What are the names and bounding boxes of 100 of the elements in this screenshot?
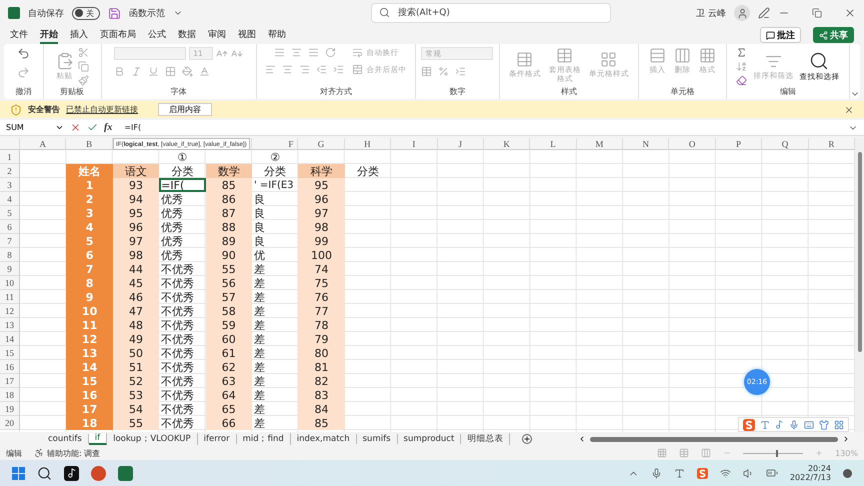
excel-logo-icon[interactable] <box>8 7 20 19</box>
keyboard-icon[interactable] <box>804 420 814 430</box>
input-icon[interactable] <box>674 468 685 478</box>
vertical-scrollbar[interactable] <box>855 138 864 432</box>
column-header[interactable]: P <box>716 138 762 150</box>
outdent-icon[interactable] <box>316 64 328 75</box>
autosave-toggle[interactable]: 关 <box>72 6 100 20</box>
page-break-icon[interactable] <box>701 448 712 458</box>
column-header[interactable]: K <box>484 138 530 150</box>
clock-date[interactable]: 2022/7/13 <box>790 473 831 482</box>
sum-icon[interactable] <box>736 47 748 58</box>
grow-font-icon[interactable] <box>216 48 228 60</box>
pen-icon[interactable] <box>758 7 770 19</box>
eraser-icon[interactable] <box>736 75 748 86</box>
search-icon[interactable] <box>37 466 52 480</box>
avatar-icon[interactable] <box>734 5 750 21</box>
page-layout-icon[interactable] <box>679 448 690 458</box>
fill-color-icon[interactable] <box>182 66 194 77</box>
chevron-down-icon[interactable] <box>55 123 64 132</box>
sheet-tab[interactable]: sumifs <box>356 434 398 444</box>
align-right-icon[interactable] <box>299 64 310 75</box>
bold-icon[interactable] <box>114 66 126 77</box>
active-cell[interactable]: =IF( <box>159 178 206 192</box>
cancel-icon[interactable] <box>70 122 81 133</box>
save-icon[interactable] <box>108 6 121 20</box>
undo-icon[interactable] <box>16 47 30 60</box>
restore-icon[interactable] <box>812 8 822 18</box>
sogou-logo-icon[interactable] <box>696 468 708 478</box>
brush-icon[interactable] <box>78 75 89 86</box>
battery-icon[interactable] <box>766 467 778 479</box>
letter-icon[interactable] <box>760 420 770 430</box>
accessibility-status[interactable]: 辅助功能: 调查 <box>47 448 100 458</box>
sheet-tab[interactable]: if <box>88 433 108 445</box>
cut-icon[interactable] <box>78 47 89 58</box>
add-sheet-button[interactable] <box>522 434 532 444</box>
name-box[interactable]: SUM <box>6 123 64 132</box>
wifi-icon[interactable] <box>720 468 731 478</box>
decimal-icon[interactable] <box>455 66 466 77</box>
orientation-icon[interactable] <box>324 47 336 58</box>
align-middle-icon[interactable] <box>290 47 302 58</box>
music-app-icon[interactable] <box>64 466 79 480</box>
align-bottom-icon[interactable] <box>308 47 319 58</box>
accounting-icon[interactable] <box>421 66 432 77</box>
underline-icon[interactable] <box>148 66 160 77</box>
windows-start-icon[interactable] <box>12 466 25 480</box>
column-header[interactable]: I <box>391 138 438 150</box>
scroll-right-icon[interactable] <box>842 435 850 443</box>
sogou-logo-icon[interactable] <box>743 418 755 430</box>
close-icon[interactable] <box>844 104 854 114</box>
menu-tab[interactable]: 数据 <box>178 26 196 44</box>
notification-icon[interactable] <box>843 468 852 478</box>
redo-icon[interactable] <box>16 66 30 79</box>
column-header[interactable]: N <box>623 138 670 150</box>
sheet-tab[interactable]: sumproduct <box>398 434 462 444</box>
presentation-app-icon[interactable] <box>91 466 106 480</box>
column-header[interactable]: O <box>669 138 716 150</box>
align-left-icon[interactable] <box>265 64 276 75</box>
formula-field[interactable]: =IF( <box>124 123 142 132</box>
font-color-icon[interactable] <box>199 66 210 77</box>
column-header[interactable]: A <box>20 138 66 150</box>
close-icon[interactable] <box>844 7 856 19</box>
comment-button[interactable]: 批注 <box>760 27 801 43</box>
menu-tab[interactable]: 审阅 <box>208 26 226 44</box>
menu-tab[interactable]: 页面布局 <box>100 26 136 44</box>
file-name[interactable]: 函数示范 <box>129 6 165 20</box>
column-header[interactable]: H <box>344 138 392 150</box>
column-header[interactable]: Q <box>762 138 809 150</box>
mic-icon[interactable] <box>650 468 662 478</box>
search-icon[interactable] <box>809 51 830 72</box>
menu-tab[interactable]: 插入 <box>70 26 88 44</box>
menu-tab[interactable]: 帮助 <box>268 26 286 44</box>
column-header[interactable]: L <box>530 138 577 150</box>
sheet-tab[interactable]: lookup；VLOOKUP <box>107 433 198 445</box>
share-button[interactable]: 共享 <box>813 27 854 43</box>
align-top-icon[interactable] <box>274 47 285 58</box>
clock-time[interactable]: 20:24 <box>808 464 831 473</box>
border-icon[interactable] <box>165 66 176 77</box>
enter-icon[interactable] <box>87 122 98 133</box>
insert-function-button[interactable]: fx <box>104 122 112 133</box>
volume-icon[interactable] <box>742 468 754 478</box>
spreadsheet-app-icon[interactable] <box>118 466 133 480</box>
align-center-icon[interactable] <box>282 64 294 75</box>
mic-icon[interactable] <box>789 420 799 430</box>
column-header[interactable]: F <box>252 138 298 150</box>
column-header[interactable]: R <box>808 138 856 150</box>
column-header[interactable]: J <box>438 138 484 150</box>
normal-view-icon[interactable] <box>657 448 668 458</box>
search-field[interactable]: 搜索(Alt+Q) <box>371 3 611 23</box>
menu-tab[interactable]: 文件 <box>10 26 28 44</box>
toolbox-icon[interactable] <box>834 420 844 430</box>
font-name-field[interactable] <box>114 47 186 60</box>
menu-tab[interactable]: 视图 <box>238 26 256 44</box>
share-icon[interactable] <box>819 30 828 40</box>
sheet-tab[interactable]: 明细总表 <box>461 433 510 445</box>
punctuation-icon[interactable] <box>775 420 784 429</box>
shrink-font-icon[interactable] <box>231 48 244 60</box>
comment-icon[interactable] <box>766 30 775 40</box>
menu-tab[interactable]: 公式 <box>148 26 166 44</box>
enable-content-button[interactable]: 启用内容 <box>158 103 212 116</box>
percent-icon[interactable] <box>438 66 450 77</box>
